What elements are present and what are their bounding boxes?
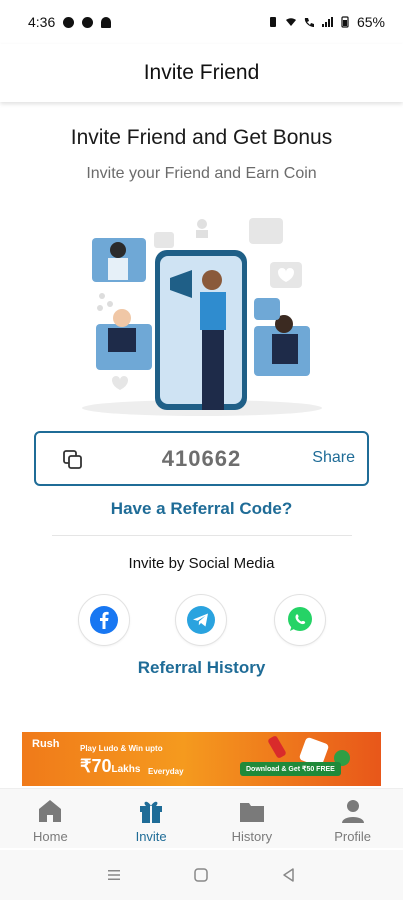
share-button[interactable]: Share [312,449,355,467]
message-icon [82,16,94,28]
status-time: 4:36 [28,14,56,30]
referral-code-box: 410662 Share [34,431,369,486]
home-button-icon[interactable] [193,867,209,883]
telegram-icon [187,606,215,634]
nav-home-label: Home [33,829,68,844]
wifi-icon [285,18,296,26]
facebook-icon [90,606,118,634]
divider [52,535,352,536]
ad-line1: Play Ludo & Win upto [80,744,163,753]
home-icon [39,800,62,822]
recents-icon[interactable] [106,867,122,883]
folder-icon [239,803,264,822]
nav-invite-label: Invite [135,829,167,844]
bottom-nav: Home Invite History Profile [0,788,403,848]
invite-social-label: Invite by Social Media [128,555,275,572]
ad-amount-value: ₹70 [80,756,112,776]
vibrate-icon [269,17,276,27]
ad-decor-pawn [267,734,287,760]
nav-history[interactable]: History [202,789,303,848]
notification-bell-icon [101,16,112,28]
nav-invite[interactable]: Invite [101,789,202,848]
signal-icon [321,17,333,27]
nav-home[interactable]: Home [0,789,101,848]
status-left: 4:36 [28,14,112,30]
ad-amount: ₹70Lakhs [80,756,140,777]
invite-subheadline: Invite your Friend and Earn Coin [86,165,317,182]
status-bar: 4:36 65% [0,0,403,44]
whatsapp-icon [288,607,312,631]
ad-line2: Everyday [148,767,184,776]
battery-icon [341,16,349,28]
invite-illustration [82,218,322,416]
nav-history-label: History [231,829,273,844]
referral-history-link[interactable]: Referral History [0,658,403,678]
telegram-share-button[interactable] [175,594,227,646]
battery-percent: 65% [356,14,385,30]
copy-icon[interactable] [62,449,84,471]
have-referral-code-link[interactable]: Have a Referral Code? [0,499,403,519]
ad-cta-button[interactable]: Download & Get ₹50 FREE [240,762,341,776]
whatsapp-share-button[interactable] [274,594,326,646]
ad-brand: Rush [32,738,60,750]
chat-bubble-icon [63,16,75,28]
system-nav-bar [0,850,403,900]
ad-banner[interactable]: Rush Play Ludo & Win upto ₹70Lakhs Every… [22,732,381,786]
facebook-share-button[interactable] [78,594,130,646]
ad-amount-suffix: Lakhs [111,764,141,775]
person-icon [341,800,364,823]
status-right: 65% [267,14,385,30]
app-header: Invite Friend [0,44,403,102]
back-icon[interactable] [281,867,297,883]
gift-icon [140,801,163,823]
nav-profile[interactable]: Profile [302,789,403,848]
nav-profile-label: Profile [334,829,372,844]
wifi-call-icon [304,18,314,27]
page-title: Invite Friend [143,61,260,84]
invite-headline: Invite Friend and Get Bonus [70,126,333,149]
